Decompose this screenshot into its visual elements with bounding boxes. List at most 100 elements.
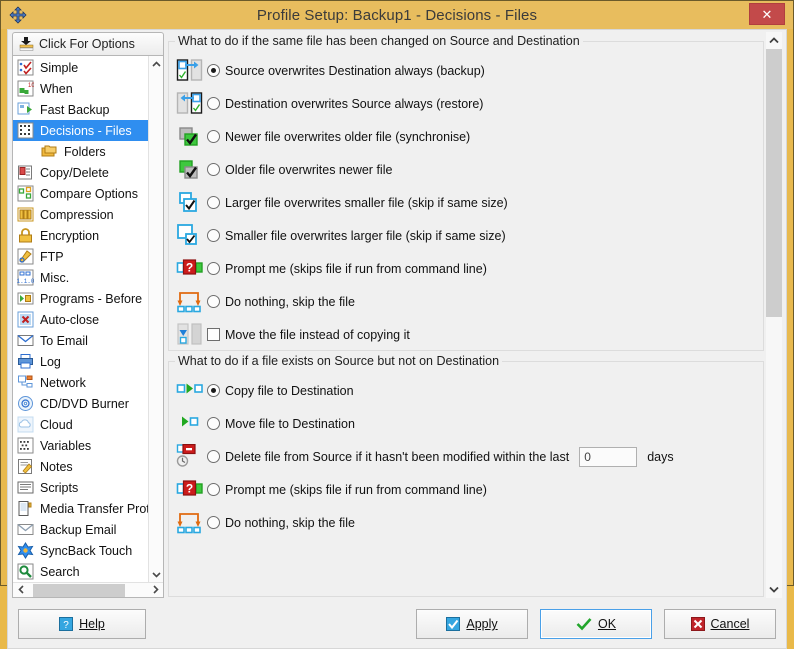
- media-transfer-icon: [17, 500, 34, 517]
- sidebar-item-label: Encryption: [40, 228, 100, 243]
- radio-move-file-to-destination[interactable]: Move file to Destination: [207, 417, 355, 431]
- cancel-button[interactable]: Cancel: [664, 609, 776, 639]
- sidebar-item-folders[interactable]: Folders: [13, 141, 148, 162]
- help-button[interactable]: ? Help: [18, 609, 146, 639]
- sidebar-item-misc[interactable]: 1.1.0 Misc.: [13, 267, 148, 288]
- prompt-me-icon: ?: [173, 256, 207, 282]
- radio-delete-file-from-source-if-it-hasn-t-bee[interactable]: Delete file from Source if it hasn't bee…: [207, 450, 569, 464]
- chevron-down-icon[interactable]: [766, 581, 782, 598]
- sidebar-item-simple[interactable]: Simple: [13, 57, 148, 78]
- checkbox-move-the-file-instead-of-copying-it[interactable]: Move the file instead of copying it: [207, 328, 410, 342]
- sidebar-item-network[interactable]: Network: [13, 372, 148, 393]
- sidebar-item-programs-before[interactable]: Programs - Before: [13, 288, 148, 309]
- radio-copy-file-to-destination[interactable]: Copy file to Destination: [207, 384, 354, 398]
- radio-indicator[interactable]: [207, 516, 220, 529]
- radio-indicator[interactable]: [207, 97, 220, 110]
- options-list-container: Simple 10 When Fast Backup Decisions - Files…: [12, 56, 164, 598]
- sidebar-item-notes[interactable]: Notes: [13, 456, 148, 477]
- sidebar-item-decisions-files[interactable]: Decisions - Files: [13, 120, 148, 141]
- radio-indicator[interactable]: [207, 295, 220, 308]
- sidebar-hscroll-thumb[interactable]: [33, 583, 126, 597]
- option-label: Delete file from Source if it hasn't bee…: [225, 449, 570, 464]
- chevron-down-icon[interactable]: [149, 566, 163, 582]
- move-icon[interactable]: [9, 6, 27, 24]
- days-input[interactable]: [579, 446, 638, 467]
- radio-destination-overwrites-source-always-res[interactable]: Destination overwrites Source always (re…: [207, 97, 483, 111]
- apply-button-label: Apply: [466, 617, 498, 631]
- newer-overwrites-older-icon: [173, 124, 207, 150]
- sidebar-item-media-transfer-proto[interactable]: Media Transfer Proto: [13, 498, 148, 519]
- main-vertical-scrollbar[interactable]: [766, 32, 782, 598]
- chevron-up-icon[interactable]: [766, 32, 782, 49]
- options-list[interactable]: Simple 10 When Fast Backup Decisions - Files…: [13, 56, 148, 582]
- radio-indicator[interactable]: [207, 417, 220, 430]
- decisions-files-panel: What to do if the same file has been cha…: [168, 32, 782, 598]
- sidebar-hscroll-track[interactable]: [29, 583, 147, 597]
- sidebar-item-encryption[interactable]: Encryption: [13, 225, 148, 246]
- sidebar-item-cloud[interactable]: Cloud: [13, 414, 148, 435]
- radio-indicator[interactable]: [207, 450, 220, 463]
- radio-indicator[interactable]: [207, 384, 220, 397]
- sidebar-item-label: Compare Options: [40, 186, 138, 201]
- sidebar-vertical-scrollbar[interactable]: [148, 56, 163, 582]
- main-vscroll-thumb[interactable]: [766, 49, 782, 317]
- scripts-icon: [17, 479, 34, 496]
- sidebar-item-variables[interactable]: Variables: [13, 435, 148, 456]
- option-row: Older file overwrites newer file: [173, 153, 763, 186]
- chevron-up-icon[interactable]: [149, 56, 163, 72]
- auto-close-icon: [17, 311, 34, 328]
- radio-older-file-overwrites-newer-file[interactable]: Older file overwrites newer file: [207, 163, 392, 177]
- sidebar-item-scripts[interactable]: Scripts: [13, 477, 148, 498]
- radio-indicator[interactable]: [207, 262, 220, 275]
- radio-do-nothing-skip-the-file[interactable]: Do nothing, skip the file: [207, 295, 355, 309]
- sidebar-item-compression[interactable]: Compression: [13, 204, 148, 225]
- sidebar-item-label: Notes: [40, 459, 73, 474]
- radio-prompt-me-skips-file-if-run-from-command[interactable]: Prompt me (skips file if run from comman…: [207, 262, 487, 276]
- title-bar: Profile Setup: Backup1 - Decisions - Fil…: [1, 1, 793, 29]
- decisions-files-content: What to do if the same file has been cha…: [168, 32, 764, 598]
- sidebar-item-label: To Email: [40, 333, 88, 348]
- sidebar-item-ftp[interactable]: FTP: [13, 246, 148, 267]
- option-row: Do nothing, skip the file: [173, 506, 763, 539]
- email-icon: [17, 332, 34, 349]
- close-button[interactable]: ✕: [749, 3, 785, 25]
- option-row: ? Prompt me (skips file if run from comma…: [173, 252, 763, 285]
- svg-text:?: ?: [63, 620, 69, 631]
- chevron-right-icon[interactable]: [147, 584, 163, 596]
- sidebar-item-search[interactable]: Search: [13, 561, 148, 582]
- sidebar-item-cd-dvd-burner[interactable]: CD/DVD Burner: [13, 393, 148, 414]
- sidebar-item-copy-delete[interactable]: Copy/Delete: [13, 162, 148, 183]
- options-list-inner: Simple 10 When Fast Backup Decisions - Files…: [13, 56, 163, 582]
- main-vscroll-track[interactable]: [766, 49, 782, 581]
- sidebar-item-label: Fast Backup: [40, 102, 110, 117]
- radio-indicator[interactable]: [207, 64, 220, 77]
- sidebar-item-fast-backup[interactable]: Fast Backup: [13, 99, 148, 120]
- sidebar-item-log[interactable]: Log: [13, 351, 148, 372]
- sidebar-item-syncback-touch[interactable]: SyncBack Touch: [13, 540, 148, 561]
- radio-prompt-me-skips-file-if-run-from-command[interactable]: Prompt me (skips file if run from comman…: [207, 483, 487, 497]
- sidebar-item-backup-email[interactable]: Backup Email: [13, 519, 148, 540]
- option-label: Smaller file overwrites larger file (ski…: [225, 228, 506, 243]
- sidebar-item-when[interactable]: 10 When: [13, 78, 148, 99]
- radio-do-nothing-skip-the-file[interactable]: Do nothing, skip the file: [207, 516, 355, 530]
- sidebar-item-to-email[interactable]: To Email: [13, 330, 148, 351]
- checkbox-indicator[interactable]: [207, 328, 220, 341]
- chevron-left-icon[interactable]: [13, 584, 29, 596]
- radio-smaller-file-overwrites-larger-file-skip[interactable]: Smaller file overwrites larger file (ski…: [207, 229, 506, 243]
- click-for-options-header[interactable]: Click For Options: [12, 32, 164, 56]
- apply-button[interactable]: Apply: [416, 609, 528, 639]
- radio-source-overwrites-destination-always-bac[interactable]: Source overwrites Destination always (ba…: [207, 64, 485, 78]
- radio-indicator[interactable]: [207, 163, 220, 176]
- sidebar-item-label: Backup Email: [40, 522, 117, 537]
- radio-indicator[interactable]: [207, 196, 220, 209]
- sidebar-item-auto-close[interactable]: Auto-close: [13, 309, 148, 330]
- source-only-options: Copy file to Destination Move file to Des…: [169, 362, 763, 539]
- ok-button[interactable]: OK: [540, 609, 652, 639]
- radio-indicator[interactable]: [207, 229, 220, 242]
- radio-newer-file-overwrites-older-file-synchro[interactable]: Newer file overwrites older file (synchr…: [207, 130, 470, 144]
- radio-larger-file-overwrites-smaller-file-skip[interactable]: Larger file overwrites smaller file (ski…: [207, 196, 508, 210]
- radio-indicator[interactable]: [207, 130, 220, 143]
- sidebar-horizontal-scrollbar[interactable]: [13, 582, 163, 597]
- sidebar-item-compare-options[interactable]: Compare Options: [13, 183, 148, 204]
- radio-indicator[interactable]: [207, 483, 220, 496]
